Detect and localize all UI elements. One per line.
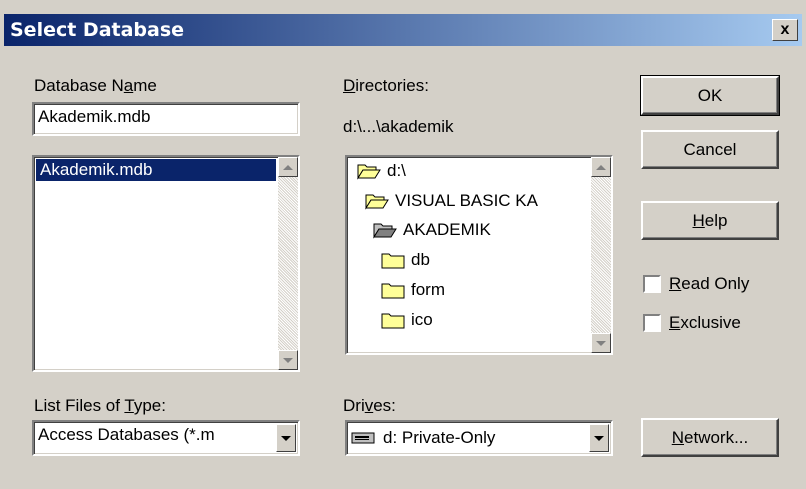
file-list-scrollbar[interactable]: [278, 157, 298, 370]
list-item[interactable]: Akademik.mdb: [36, 159, 276, 181]
open-folder-icon: [365, 194, 389, 210]
chevron-down-icon: [281, 435, 291, 441]
directory-tree[interactable]: d:\ VISUAL BASIC KA AKADEMIK db form ico: [345, 155, 613, 355]
file-type-label: List Files of Type:: [34, 396, 166, 415]
cancel-button[interactable]: Cancel: [641, 130, 779, 169]
tree-item[interactable]: VISUAL BASIC KA: [365, 191, 538, 211]
help-button[interactable]: Help: [641, 201, 779, 240]
exclusive-label[interactable]: Exclusive: [669, 313, 741, 333]
open-folder-icon: [373, 223, 397, 239]
close-icon: x: [780, 21, 790, 38]
tree-item[interactable]: AKADEMIK: [373, 220, 491, 240]
chevron-down-icon: [594, 435, 604, 441]
file-type-dropdown-button[interactable]: [276, 424, 296, 452]
directory-scrollbar[interactable]: [591, 157, 611, 353]
dialog-title: Select Database: [10, 19, 185, 41]
database-name-label: Database Name: [34, 76, 157, 95]
tree-item[interactable]: ico: [381, 310, 433, 330]
arrow-down-icon: [283, 357, 293, 363]
arrow-up-icon: [596, 164, 606, 170]
tree-item[interactable]: form: [381, 280, 445, 300]
current-path: d:\...\akademik: [343, 117, 454, 136]
folder-icon: [381, 283, 405, 299]
database-file-list[interactable]: Akademik.mdb: [32, 155, 300, 372]
drive-value: d: Private-Only: [383, 428, 496, 447]
file-type-select[interactable]: Access Databases (*.m: [32, 420, 300, 456]
scroll-up-button[interactable]: [591, 157, 611, 177]
exclusive-checkbox[interactable]: [643, 314, 661, 332]
file-type-value: Access Databases (*.m: [38, 425, 215, 444]
tree-item[interactable]: d:\: [357, 161, 406, 181]
scroll-down-button[interactable]: [591, 333, 611, 353]
read-only-label[interactable]: Read Only: [669, 274, 749, 294]
folder-icon: [381, 253, 405, 269]
select-database-dialog: Select Database x Database Name Akademik…: [0, 0, 806, 489]
directories-label: Directories:: [343, 76, 429, 95]
drives-select[interactable]: d: Private-Only: [345, 420, 613, 456]
drives-label: Drives:: [343, 396, 396, 415]
tree-item[interactable]: db: [381, 250, 430, 270]
close-button[interactable]: x: [772, 19, 798, 41]
database-name-input[interactable]: Akademik.mdb: [32, 102, 300, 136]
scroll-up-button[interactable]: [278, 157, 298, 177]
hard-drive-icon: [351, 432, 375, 444]
arrow-up-icon: [283, 164, 293, 170]
network-button[interactable]: Network...: [641, 418, 779, 457]
folder-icon: [381, 313, 405, 329]
drives-dropdown-button[interactable]: [589, 424, 609, 452]
scroll-down-button[interactable]: [278, 350, 298, 370]
arrow-down-icon: [596, 340, 606, 346]
read-only-checkbox[interactable]: [643, 275, 661, 293]
ok-button[interactable]: OK: [640, 75, 780, 116]
open-folder-icon: [357, 164, 381, 180]
title-bar[interactable]: Select Database x: [4, 14, 802, 46]
